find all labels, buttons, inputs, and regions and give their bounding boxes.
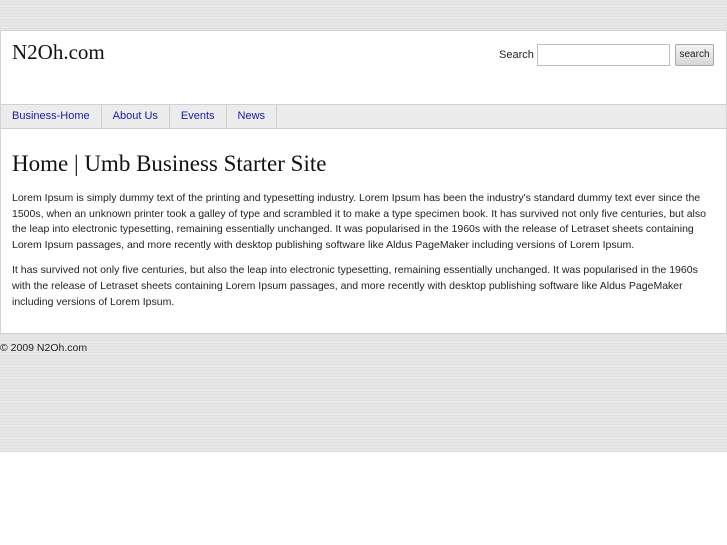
main-content: Home | Umb Business Starter Site Lorem I… xyxy=(12,149,712,320)
content-paragraph: Lorem Ipsum is simply dummy text of the … xyxy=(12,192,706,251)
main-nav: Business-Home About Us Events News xyxy=(1,104,726,129)
search-button[interactable]: search xyxy=(675,44,714,66)
site-title[interactable]: N2Oh.com xyxy=(12,40,105,65)
nav-item-news[interactable]: News xyxy=(227,105,278,128)
page-title: Home | Umb Business Starter Site xyxy=(12,151,327,176)
nav-item-about-us[interactable]: About Us xyxy=(102,105,170,128)
search-input[interactable] xyxy=(537,44,670,66)
nav-item-business-home[interactable]: Business-Home xyxy=(1,105,102,128)
page-container: N2Oh.com Search search Business-Home Abo… xyxy=(0,30,727,334)
footer-copyright: © 2009 N2Oh.com xyxy=(0,342,88,354)
nav-item-events[interactable]: Events xyxy=(170,105,227,128)
content-paragraph: It has survived not only five centuries,… xyxy=(12,264,698,308)
site-header: N2Oh.com Search search xyxy=(1,31,726,104)
search-label: Search xyxy=(499,49,534,61)
